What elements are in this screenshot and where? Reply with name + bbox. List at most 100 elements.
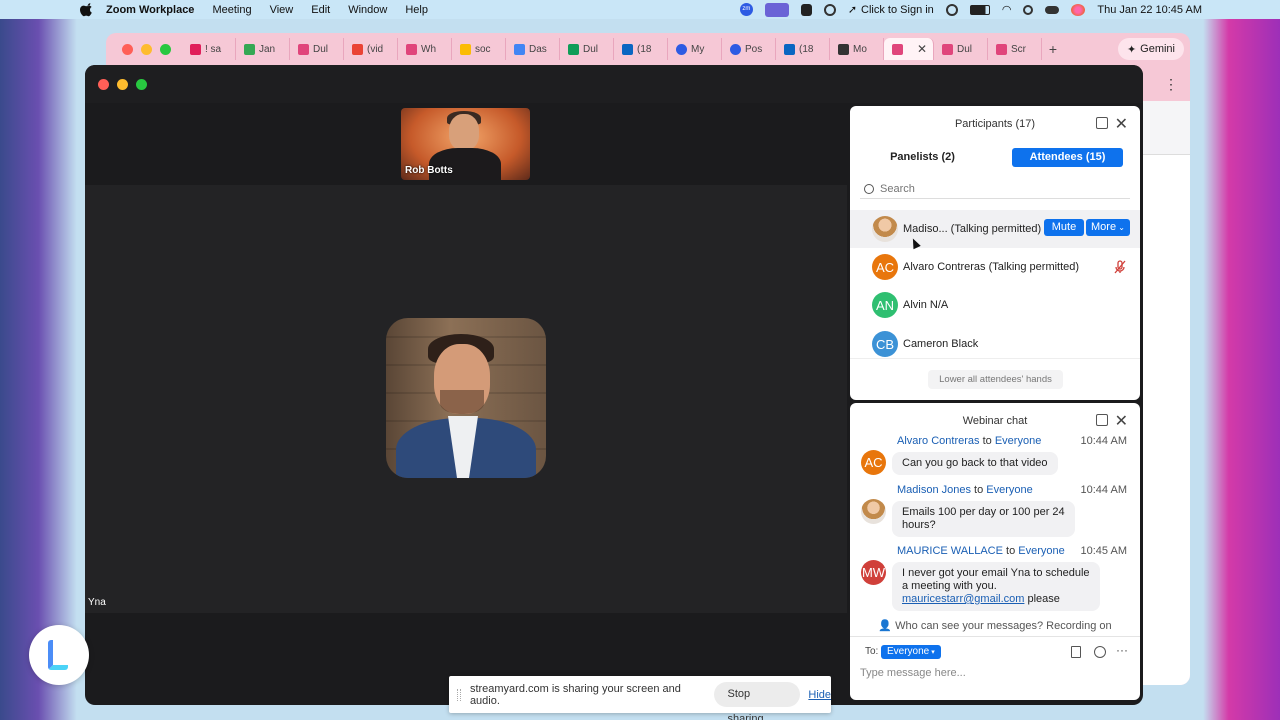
new-tab-button[interactable]: + (1042, 41, 1064, 57)
more-options-icon[interactable]: ··· (1116, 643, 1128, 657)
browser-tab[interactable]: Jan (236, 38, 290, 60)
participant-row[interactable]: AC Alvaro Contreras (Talking permitted) (850, 248, 1140, 286)
zoom-traffic-lights (98, 79, 147, 90)
home-icon (838, 43, 849, 55)
close-window-button[interactable] (98, 79, 109, 90)
lower-all-hands-button[interactable]: Lower all attendees' hands (928, 370, 1063, 389)
emoji-icon[interactable] (1094, 646, 1106, 658)
message-meta: Alvaro Contreras to Everyone (897, 435, 1041, 447)
message-time: 10:44 AM (1080, 435, 1127, 447)
more-button[interactable]: More ⌄ (1086, 219, 1130, 236)
browser-menu-icon[interactable]: ⋮ (1164, 76, 1178, 93)
zoom-status-icon[interactable]: zm (739, 3, 753, 16)
tab-label: Scr (1011, 43, 1026, 55)
streamyard-icon (298, 43, 309, 55)
close-icon[interactable]: ✕ (1115, 411, 1128, 431)
browser-page-edge (1142, 101, 1190, 685)
stop-sharing-button[interactable]: Stop sharing (714, 682, 801, 720)
popout-icon[interactable] (1096, 414, 1108, 426)
hide-link[interactable]: Hide (808, 689, 831, 701)
menu-help[interactable]: Help (405, 4, 428, 16)
streamyard-icon (892, 43, 903, 55)
gear-status-icon[interactable] (823, 3, 836, 16)
app-name-menu[interactable]: Zoom Workplace (106, 4, 194, 16)
tab-close-icon[interactable]: ✕ (917, 42, 927, 56)
gemini-button[interactable]: ✦ Gemini (1117, 38, 1184, 60)
browser-tab[interactable]: Wh (398, 38, 452, 60)
participant-row[interactable]: AN Alvin N/A (850, 286, 1140, 324)
panelist-video-thumbnail[interactable]: Rob Botts (401, 108, 530, 180)
menu-meeting[interactable]: Meeting (212, 4, 251, 16)
siri-icon[interactable] (1071, 3, 1086, 16)
browser-tab[interactable]: soc (452, 38, 506, 60)
sign-in-status-item[interactable]: ➚ Click to Sign in (848, 3, 934, 17)
sender-name[interactable]: MAURICE WALLACE (897, 545, 1003, 557)
browser-tab[interactable]: ! sa (182, 38, 236, 60)
browser-traffic-lights (122, 44, 171, 55)
browser-tab[interactable]: Dul (290, 38, 344, 60)
speaker-profile-photo (386, 318, 546, 478)
mute-button[interactable]: Mute (1044, 219, 1084, 236)
thumbnail-name: Rob Botts (405, 165, 453, 176)
menu-view[interactable]: View (270, 4, 294, 16)
tab-attendees[interactable]: Attendees (15) (1012, 148, 1123, 167)
wifi-icon[interactable]: ◠ (1002, 3, 1012, 16)
floating-app-widget[interactable] (29, 625, 89, 685)
streamyard-status-icon[interactable] (800, 3, 812, 16)
battery-icon[interactable] (969, 4, 990, 15)
mic-muted-icon[interactable] (1113, 260, 1127, 274)
recipient-name: Everyone (986, 484, 1033, 496)
email-link[interactable]: mauricestarr@gmail.com (902, 593, 1024, 605)
chat-message-input[interactable] (860, 667, 1120, 679)
linkedin-icon (622, 43, 633, 55)
close-window-button[interactable] (122, 44, 133, 55)
browser-tab[interactable]: (vid (344, 38, 398, 60)
visibility-note[interactable]: 👤 Who can see your messages? Recording o… (850, 619, 1140, 632)
minimize-window-button[interactable] (141, 44, 152, 55)
file-icon[interactable] (1071, 646, 1081, 658)
play-status-icon[interactable] (945, 3, 958, 16)
browser-tab[interactable]: (18 (614, 38, 668, 60)
webinar-chat-panel: Webinar chat ✕ Alvaro Contreras to Every… (850, 403, 1140, 700)
browser-tab[interactable]: Mo (830, 38, 884, 60)
tab-label: (vid (367, 43, 384, 55)
participant-tabs: Panelists (2) Attendees (15) (850, 106, 1140, 176)
recipient-dropdown[interactable]: Everyone ▾ (881, 645, 941, 659)
browser-tab-strip: ! sa Jan Dul (vid Wh soc Das Dul (18 My … (182, 37, 1064, 61)
sender-name[interactable]: Alvaro Contreras (897, 435, 980, 447)
message-line: hours? (902, 519, 936, 531)
tab-label: My (691, 43, 705, 55)
browser-tab[interactable]: Pos (722, 38, 776, 60)
page-header-strip (1142, 101, 1190, 155)
message-meta: MAURICE WALLACE to Everyone (897, 545, 1065, 557)
minimize-window-button[interactable] (117, 79, 128, 90)
browser-tab[interactable]: Scr (988, 38, 1042, 60)
browser-tab[interactable]: (18 (776, 38, 830, 60)
control-center-icon[interactable] (1045, 5, 1060, 14)
browser-tab-active[interactable]: ✕ (884, 38, 934, 60)
browser-tab[interactable]: My (668, 38, 722, 60)
apple-icon[interactable] (80, 2, 94, 17)
menu-edit[interactable]: Edit (311, 4, 330, 16)
zoom-icon (676, 43, 687, 55)
maximize-window-button[interactable] (136, 79, 147, 90)
sender-name[interactable]: Madison Jones (897, 484, 971, 496)
chevron-down-icon: ⌄ (1116, 223, 1125, 232)
screen-sharing-bar: streamyard.com is sharing your screen an… (449, 676, 831, 720)
drag-handle-icon[interactable] (457, 688, 461, 701)
avatar: CB (872, 331, 898, 357)
search-input[interactable] (880, 183, 1120, 195)
search-icon[interactable] (1023, 4, 1034, 15)
participant-row[interactable]: Madiso... (Talking permitted) Mute More … (850, 210, 1140, 248)
tab-panelists[interactable]: Panelists (2) (860, 148, 985, 167)
maximize-window-button[interactable] (160, 44, 171, 55)
browser-tab[interactable]: Das (506, 38, 560, 60)
browser-tab[interactable]: Dul (934, 38, 988, 60)
datetime[interactable]: Thu Jan 22 10:45 AM (1097, 4, 1202, 16)
to-word: to (1002, 545, 1019, 557)
participant-search[interactable] (860, 180, 1130, 199)
browser-tab[interactable]: Dul (560, 38, 614, 60)
menu-window[interactable]: Window (348, 4, 387, 16)
screen-share-status-icon[interactable] (764, 2, 789, 17)
participant-name: Alvin N/A (903, 299, 949, 311)
